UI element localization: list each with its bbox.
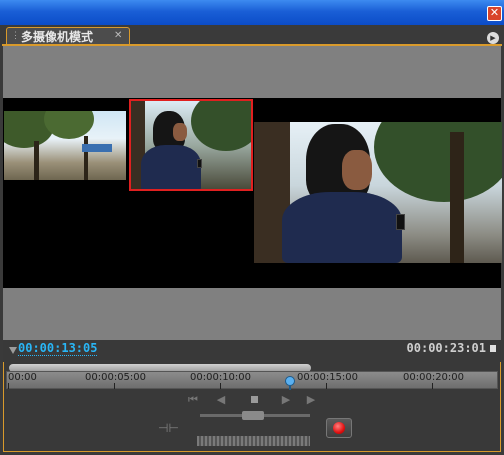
- tree-trunk: [84, 136, 88, 180]
- camera-1-preview[interactable]: [4, 111, 126, 180]
- ruler-tick: [432, 383, 433, 389]
- step-back-icon[interactable]: ⏮: [186, 394, 200, 406]
- phone-icon: [396, 214, 405, 230]
- duration-icon: [490, 345, 496, 352]
- ruler-tick: [114, 383, 115, 389]
- play-icon[interactable]: ▶: [279, 394, 293, 406]
- tab-close-icon[interactable]: ✕: [114, 30, 122, 42]
- frame-back-icon[interactable]: ◀: [214, 394, 228, 406]
- split-view-icon[interactable]: ⊣⊢: [158, 421, 179, 435]
- stop-button[interactable]: [251, 396, 258, 403]
- marker-icon[interactable]: [9, 347, 17, 354]
- tab-multicam[interactable]: ⋮⋮ 多摄像机模式 ✕: [6, 27, 130, 45]
- camera-2-preview-selected[interactable]: [129, 99, 253, 191]
- tree-trunk: [34, 141, 39, 180]
- ruler-tick: [326, 383, 327, 389]
- person-face: [342, 150, 372, 190]
- ruler-label: 00:00:15:00: [297, 372, 359, 383]
- current-timecode[interactable]: 00:00:13:05: [18, 341, 98, 356]
- frame-forward-icon[interactable]: ▶: [304, 394, 318, 406]
- ruler-tick: [8, 383, 9, 389]
- jog-wheel[interactable]: [197, 436, 310, 446]
- window-title-bar: ✕: [0, 0, 504, 25]
- tree-trunk: [450, 132, 464, 263]
- ruler-label: 00:00:05:00: [85, 372, 147, 383]
- record-icon: [333, 422, 345, 434]
- duration-timecode: 00:00:23:01: [406, 341, 486, 355]
- person-face: [173, 123, 187, 141]
- program-preview: [254, 122, 502, 263]
- window-close-button[interactable]: ✕: [487, 6, 502, 21]
- playhead-line: [289, 386, 291, 390]
- playhead-handle[interactable]: [285, 376, 295, 386]
- person-coat: [141, 145, 201, 189]
- blue-tent: [82, 144, 112, 152]
- phone-icon: [197, 159, 202, 168]
- ruler-label: 00:00:20:00: [403, 372, 465, 383]
- ruler-tick: [220, 383, 221, 389]
- person-coat: [282, 192, 402, 263]
- panel-menu-icon[interactable]: ▶: [487, 32, 499, 44]
- shuttle-knob[interactable]: [242, 411, 264, 420]
- tab-label: 多摄像机模式: [21, 30, 94, 44]
- ruler-label: 00:00: [8, 372, 37, 383]
